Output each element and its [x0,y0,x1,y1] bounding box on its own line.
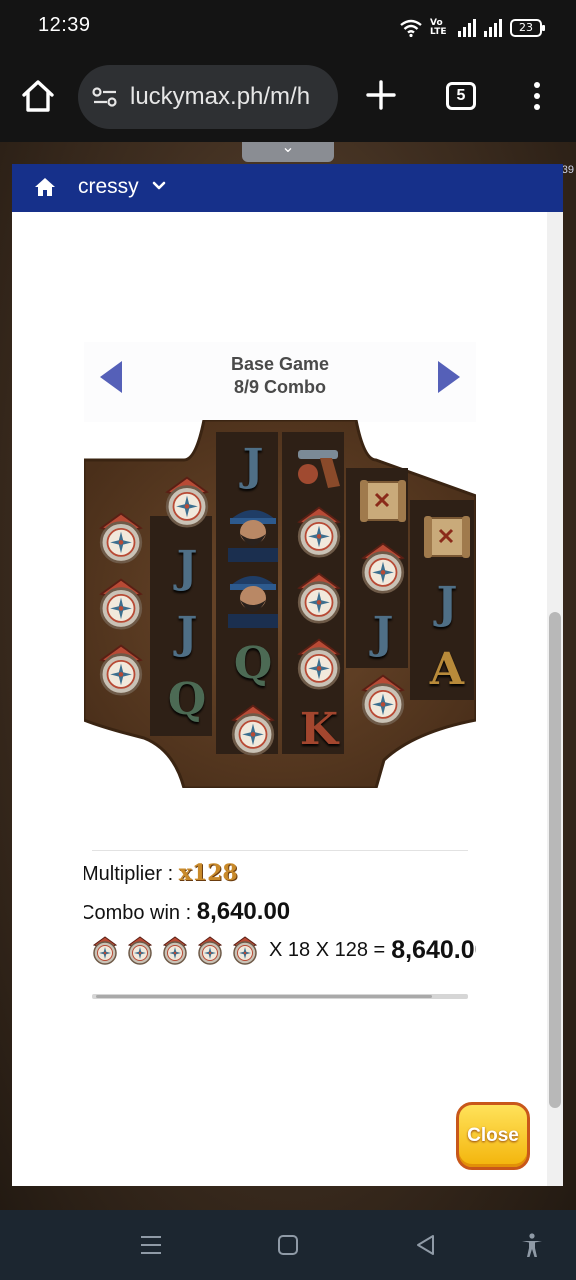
compass-symbol [352,536,414,598]
formula-total: 8,640.00 [391,935,476,964]
compass-symbol [90,638,152,700]
wifi-icon [400,19,422,37]
home-nav-icon[interactable] [275,1232,301,1258]
combo-counter: 8/9 Combo [233,377,326,397]
win-formula: X 18 X 128 = 8,640.00 [90,934,476,966]
status-time: 12:39 [38,14,91,36]
home-icon[interactable] [20,78,56,114]
modal-header: cressy [12,164,563,212]
letter-symbol-A: A [429,643,465,695]
signal-icon-2 [484,19,502,37]
letter-symbol-J: J [372,607,394,659]
letter-symbol-Q: Q [167,673,207,725]
treasure-map-symbol [352,470,414,532]
system-navigation-bar [0,1210,576,1280]
pirate-symbol [222,566,284,628]
combo-win-value: 8,640.00 [196,898,291,925]
formula-symbols [90,935,265,965]
chevron-down-icon[interactable] [152,180,166,192]
url-text[interactable]: luckymax.ph/m/h [130,83,310,111]
browser-toolbar: luckymax.ph/m/h 5 [0,52,576,142]
treasure-map-symbol [416,506,476,568]
back-icon[interactable] [413,1232,439,1258]
compass-icon [125,935,155,965]
compass-symbol [90,572,152,634]
username-label[interactable]: cressy [78,175,139,199]
compass-icon [230,935,260,965]
slot-board: JJQJQKJJA [84,420,476,788]
tab-switcher-button[interactable]: 5 [446,82,476,110]
pistol-symbol [288,434,350,496]
compass-symbol [288,500,350,562]
compass-symbol [90,506,152,568]
recent-apps-icon[interactable] [138,1232,164,1258]
address-bar[interactable]: luckymax.ph/m/h [78,65,338,129]
compass-icon [195,935,225,965]
compass-symbol [352,668,414,730]
pull-down-tab[interactable]: ⌄ [242,140,334,162]
letter-symbol-J: J [242,439,264,491]
next-arrow-icon[interactable] [436,360,462,394]
combo-navigation: Base Game 8/9 Combo [84,342,476,422]
combo-win-row: Combo win : 8,640.00 [84,898,290,926]
background-number: 39 [561,164,574,176]
pirate-symbol [222,500,284,562]
home-icon[interactable] [34,177,56,197]
game-mode-title: Base Game [230,354,330,374]
modal-content: Base Game 8/9 Combo JJ Q J Q K J J A Mul… [84,212,476,1174]
status-bar: 12:39 Vo LTE 23 [0,0,576,52]
close-button[interactable]: Close [456,1102,530,1170]
overflow-menu-icon[interactable] [532,82,542,112]
multiplier-label: Multiplier : [84,863,179,885]
letter-symbol-Q: Q [233,637,273,689]
formula-text: X 18 X 128 = [269,938,386,961]
letter-symbol-J: J [436,577,458,629]
volte-indicator: Vo LTE [430,18,447,37]
letter-symbol-J: J [176,607,198,659]
compass-symbol [288,632,350,694]
previous-arrow-icon[interactable] [98,360,124,394]
compass-symbol [156,470,218,532]
accessibility-icon[interactable] [519,1232,545,1258]
new-tab-icon[interactable] [366,80,396,110]
signal-icon-1 [458,19,476,37]
combo-details-modal: cressy Base Game 8/9 Combo J J Q J Q K J… [12,164,563,1186]
horizontal-scrollbar-thumb[interactable] [96,995,432,998]
site-settings-icon[interactable] [92,86,118,108]
combo-win-label: Combo win : [84,902,197,924]
compass-symbol [288,566,350,628]
multiplier-row: Multiplier : x128 [84,860,238,886]
vertical-scrollbar-thumb[interactable] [549,612,561,1108]
battery-icon: 23 [510,19,545,37]
letter-symbol-J: J [176,541,198,593]
multiplier-value: x128 [178,860,238,886]
status-icons: Vo LTE 23 [400,15,545,37]
letter-symbol-K: K [299,703,339,755]
section-divider [92,850,468,851]
compass-symbol [222,698,284,760]
compass-icon [90,935,120,965]
compass-icon [160,935,190,965]
